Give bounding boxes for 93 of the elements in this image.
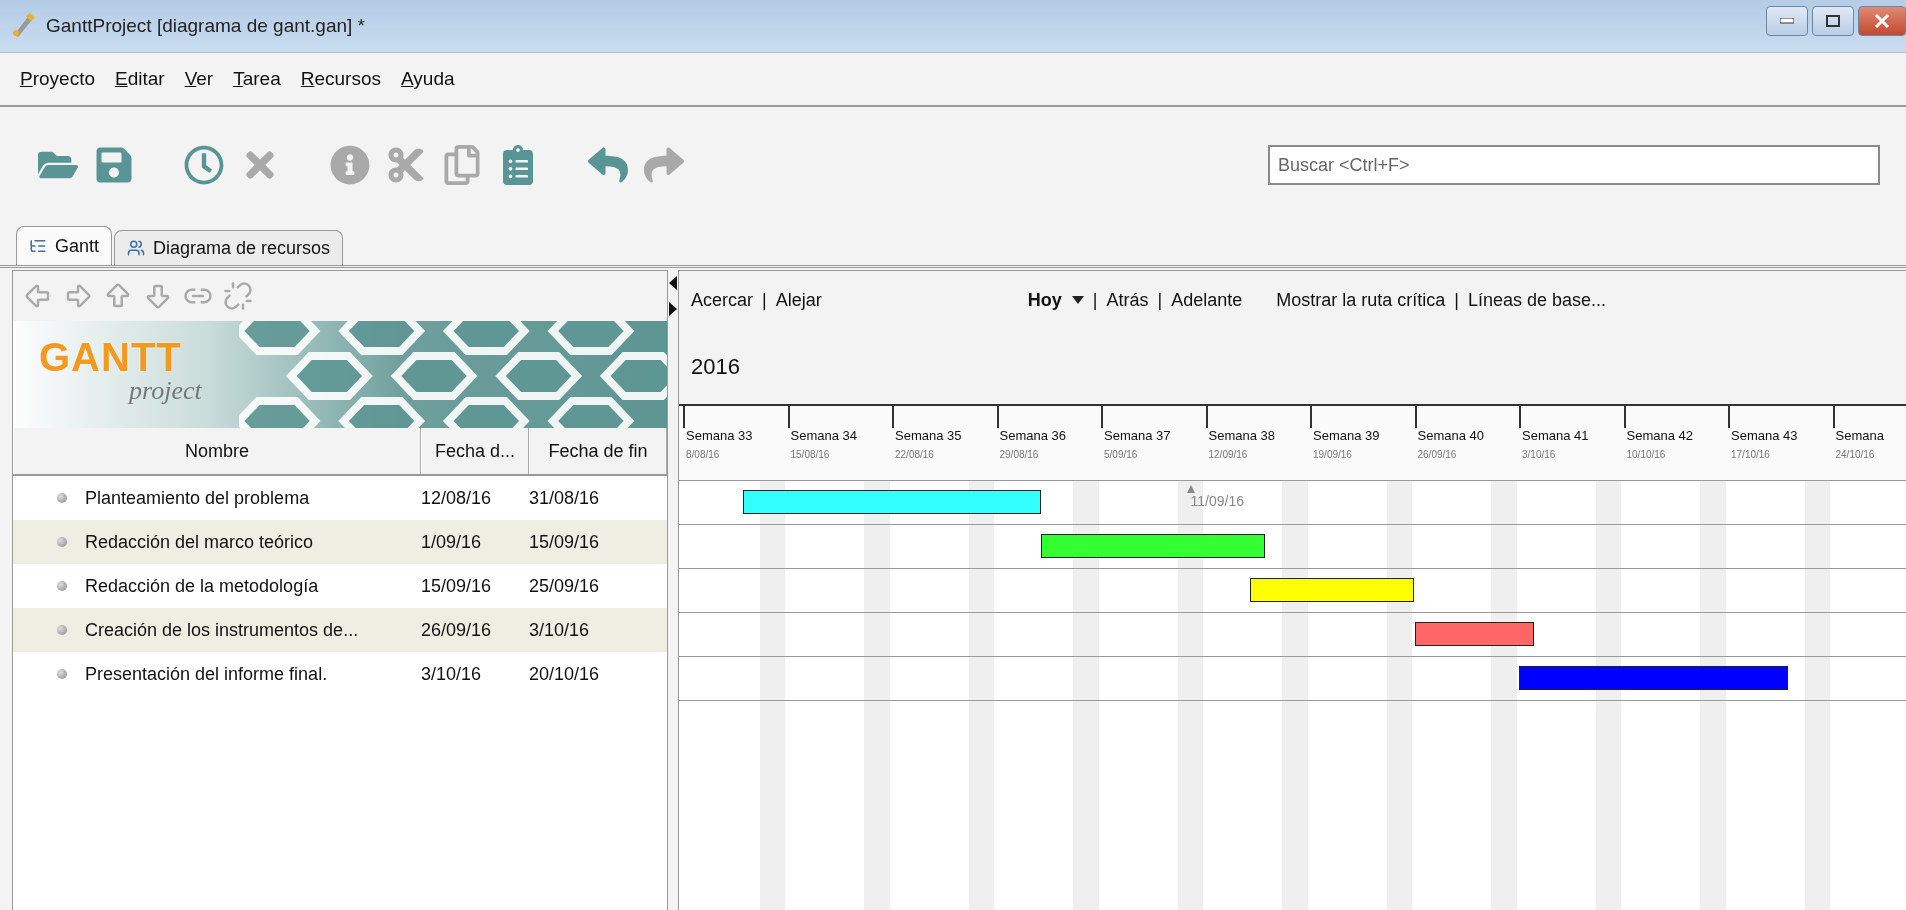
zoom-link[interactable]: Acercar (691, 289, 753, 311)
menu-item[interactable]: Editar (115, 68, 165, 90)
today-dropdown[interactable]: Hoy (1027, 289, 1084, 311)
window-title: GanttProject [diagrama de gant.gan] * (46, 15, 365, 37)
task-name: Redacción de la metodología (85, 575, 319, 597)
week-label: Semana 35 (895, 428, 962, 443)
week-date: 19/09/16 (1313, 449, 1352, 460)
today-date: 11/09/16 (1190, 493, 1245, 509)
week-label: Semana 39 (1313, 428, 1380, 443)
week-date: 3/10/16 (1522, 449, 1556, 460)
pencil-logo-icon (10, 13, 36, 39)
undo-icon[interactable] (588, 145, 628, 185)
save-icon[interactable] (94, 145, 134, 185)
year-label: 2016 (691, 353, 740, 380)
column-header[interactable]: Fecha de fin (529, 428, 667, 474)
week-label: Semana 40 (1417, 428, 1484, 443)
logo-subtitle: project (129, 377, 202, 405)
week-label: Semana 34 (790, 428, 857, 443)
task-bar[interactable] (1250, 578, 1415, 602)
week-label: Semana 42 (1626, 428, 1693, 443)
start-date: 12/08/16 (421, 487, 493, 509)
week-date: 29/08/16 (999, 449, 1039, 460)
week-label: Semana 38 (1208, 428, 1275, 443)
separator: | (1092, 289, 1098, 311)
right-triangle-icon[interactable] (669, 302, 677, 316)
separator: | (762, 289, 767, 311)
task-name: Redacción del marco teórico (85, 531, 314, 553)
task-bar[interactable] (742, 490, 1042, 514)
clock-icon[interactable] (184, 145, 224, 185)
bullet-icon (57, 581, 67, 591)
menu-item[interactable]: Ayuda (401, 68, 455, 90)
end-date: 15/09/16 (529, 531, 601, 553)
logo-title: GANTT (39, 337, 182, 377)
menu-item[interactable]: Recursos (300, 68, 381, 90)
separator: | (1454, 289, 1459, 311)
column-header[interactable]: Nombre (13, 428, 421, 474)
week-date: 10/10/16 (1626, 449, 1666, 460)
end-date: 31/08/16 (529, 487, 601, 509)
task-bar[interactable] (1041, 534, 1266, 558)
week-label: Semana 33 (686, 428, 753, 443)
bullet-icon (57, 625, 67, 635)
week-date: 26/09/16 (1417, 449, 1457, 460)
maximize-icon (1826, 15, 1840, 27)
minimize-icon (1780, 18, 1794, 24)
navigation-link[interactable]: Adelante (1171, 289, 1243, 311)
start-date: 15/09/16 (421, 575, 493, 597)
start-date: 26/09/16 (421, 619, 493, 641)
bullet-icon (57, 669, 67, 679)
week-label: Semana 41 (1522, 428, 1589, 443)
end-date: 20/10/16 (529, 663, 601, 685)
close-button[interactable] (1858, 6, 1906, 36)
week-date: 24/10/16 (1835, 449, 1875, 460)
task-name: Planteamiento del problema (85, 487, 310, 509)
week-date: 8/08/16 (686, 449, 720, 460)
week-date: 5/09/16 (1104, 449, 1138, 460)
menu-item[interactable]: Tarea (233, 68, 281, 90)
people-icon (127, 239, 146, 257)
option-link[interactable]: Mostrar la ruta crítica (1276, 289, 1446, 311)
search-field[interactable]: Buscar <Ctrl+F> (1268, 145, 1880, 185)
menu-item[interactable]: Proyecto (20, 68, 95, 90)
task-row[interactable]: Redacción del marco teórico 1/09/16 15/09/16 (13, 520, 667, 564)
bullet-icon (57, 537, 67, 547)
week-date: 15/08/16 (790, 449, 830, 460)
end-date: 3/10/16 (529, 619, 591, 641)
today-marker-icon (1186, 485, 1195, 493)
week-date: 22/08/16 (895, 449, 934, 460)
week-label: Semana 36 (999, 428, 1066, 443)
start-date: 1/09/16 (421, 531, 483, 553)
end-date: 25/09/16 (529, 575, 601, 597)
caret-icon (1071, 296, 1084, 304)
column-header[interactable]: Fecha d... (421, 428, 529, 474)
bullet-icon (57, 493, 67, 503)
week-label: Semana 43 (1731, 428, 1798, 443)
task-row[interactable]: Creación de los instrumentos de... 26/09/16 3/10/16 (13, 608, 667, 652)
task-name: Creación de los instrumentos de... (85, 619, 359, 641)
start-date: 3/10/16 (421, 663, 483, 685)
tab[interactable]: Diagrama de recursos (114, 230, 344, 265)
task-name: Presentación del informe final. (85, 663, 328, 685)
week-date: 17/10/16 (1731, 449, 1770, 460)
close-icon (1874, 13, 1890, 29)
minimize-button[interactable] (1766, 6, 1808, 36)
week-label: Semana 37 (1104, 428, 1171, 443)
option-link[interactable]: Líneas de base... (1467, 289, 1607, 311)
separator: | (1157, 289, 1163, 311)
week-date: 12/09/16 (1208, 449, 1248, 460)
navigation-link[interactable]: Atrás (1106, 289, 1149, 311)
left-triangle-icon[interactable] (669, 276, 677, 290)
tree-list-icon (29, 237, 47, 255)
tab[interactable]: Gantt (16, 226, 113, 265)
menu-item[interactable]: Ver (184, 68, 214, 90)
zoom-link[interactable]: Alejar (775, 289, 822, 311)
maximize-button[interactable] (1812, 6, 1854, 36)
week-label: Semana (1835, 428, 1884, 443)
